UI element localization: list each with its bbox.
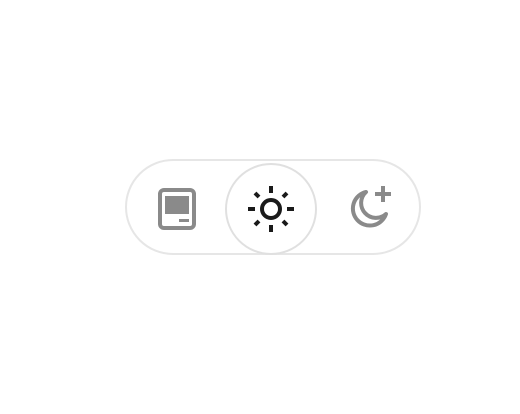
theme-option-dark[interactable] [323, 163, 415, 255]
moon-plus-icon [350, 186, 391, 228]
theme-option-light[interactable] [225, 163, 317, 255]
theme-option-system[interactable] [131, 163, 223, 255]
computer-icon [158, 188, 196, 230]
page-canvas [0, 0, 520, 414]
theme-switcher [125, 159, 421, 255]
sun-icon [248, 186, 294, 232]
